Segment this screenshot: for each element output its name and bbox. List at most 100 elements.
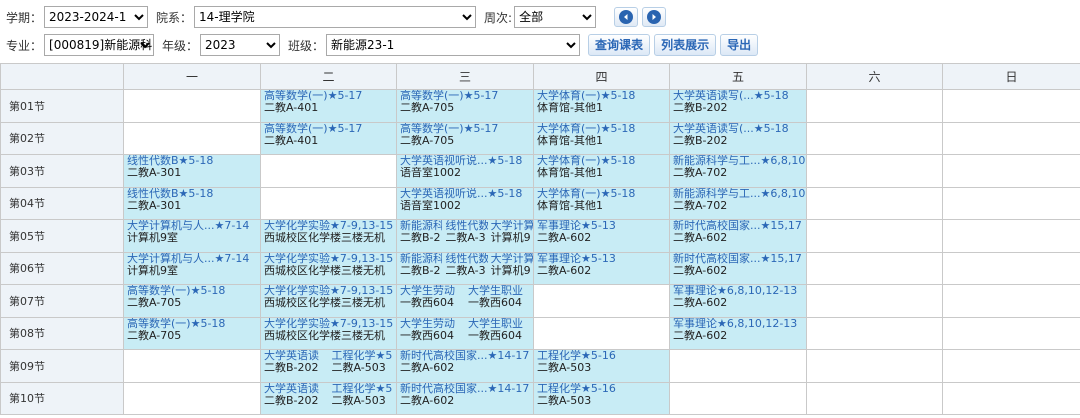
course-entry[interactable]: 工程化学★5 二教A-503 <box>329 383 396 414</box>
timetable-cell[interactable]: 工程化学★5-16 二教A-503 <box>533 349 670 383</box>
course-name-link[interactable]: 大学英语读 <box>264 383 329 395</box>
course-name-link[interactable]: 新能源科 <box>400 253 442 265</box>
course-name-link[interactable]: 大学化学实验★7-9,13-15 <box>264 285 396 297</box>
course-name-link[interactable]: 工程化学★5-16 <box>537 383 669 395</box>
export-button[interactable]: 导出 <box>720 34 759 56</box>
course-entry[interactable]: 大学体育(一)★5-18 体育馆-其他1 <box>535 155 669 186</box>
course-name-link[interactable]: 大学体育(一)★5-18 <box>537 188 669 200</box>
course-name-link[interactable]: 新能源科 <box>400 220 442 232</box>
course-entry[interactable]: 大学体育(一)★5-18 体育馆-其他1 <box>535 123 669 154</box>
course-name-link[interactable]: 工程化学★5 <box>332 383 396 395</box>
course-entry[interactable]: 大学英语读 二教B-202 <box>262 383 329 414</box>
course-entry[interactable]: 新能源科学与工...★6,8,10 二教A-702 <box>671 188 806 219</box>
grade-select[interactable]: 2023 <box>200 34 281 56</box>
timetable-cell[interactable]: 线性代数B★5-18 二教A-301 <box>123 154 261 188</box>
course-entry[interactable]: 大学化学实验★7-9,13-15 西城校区化学楼三楼无机 <box>262 285 396 316</box>
course-entry[interactable]: 新能源科学与工...★6,8,10 二教A-702 <box>671 155 806 186</box>
timetable-cell[interactable]: 新时代高校国家...★15,17 二教A-602 <box>669 251 807 285</box>
course-name-link[interactable]: 新时代高校国家...★15,17 <box>673 253 806 265</box>
course-entry[interactable]: 大学生职业 一教西604 <box>465 318 533 349</box>
timetable-cell[interactable]: 军事理论★5-13 二教A-602 <box>533 219 670 253</box>
course-entry[interactable]: 线性代数B★5-18 二教A-301 <box>125 155 260 186</box>
timetable-cell[interactable]: 大学化学实验★7-9,13-15 西城校区化学楼三楼无机 <box>260 219 397 253</box>
course-entry[interactable]: 工程化学★5 二教A-503 <box>329 350 396 381</box>
course-name-link[interactable]: 高等数学(一)★5-17 <box>400 123 533 135</box>
timetable-cell[interactable]: 高等数学(一)★5-17 二教A-705 <box>396 89 534 123</box>
course-name-link[interactable]: 大学体育(一)★5-18 <box>537 123 669 135</box>
course-name-link[interactable]: 线性代数 <box>445 220 487 232</box>
term-select[interactable]: 2023-2024-1 <box>44 6 149 28</box>
course-entry[interactable]: 军事理论★6,8,10,12-13 二教A-602 <box>671 285 806 316</box>
course-entry[interactable]: 大学英语读写(...★5-18 二教B-202 <box>671 90 806 121</box>
timetable-cell[interactable]: 高等数学(一)★5-18 二教A-705 <box>123 284 261 318</box>
timetable-cell[interactable]: 大学体育(一)★5-18 体育馆-其他1 <box>533 186 670 220</box>
course-name-link[interactable]: 大学计算机与人...★7-14 <box>127 253 260 265</box>
course-entry[interactable]: 高等数学(一)★5-17 二教A-401 <box>262 123 396 154</box>
timetable-cell[interactable]: 大学化学实验★7-9,13-15 西城校区化学楼三楼无机 <box>260 316 397 350</box>
timetable-cell[interactable]: 大学生劳动 一教西604 大学生职业 一教西604 <box>396 284 534 318</box>
timetable-cell[interactable]: 线性代数B★5-18 二教A-301 <box>123 186 261 220</box>
course-name-link[interactable]: 大学化学实验★7-9,13-15 <box>264 253 396 265</box>
course-name-link[interactable]: 线性代数B★5-18 <box>127 188 260 200</box>
course-name-link[interactable]: 军事理论★6,8,10,12-13 <box>673 285 806 297</box>
timetable-cell[interactable]: 高等数学(一)★5-17 二教A-705 <box>396 121 534 155</box>
course-name-link[interactable]: 工程化学★5 <box>332 350 396 362</box>
course-entry[interactable]: 大学化学实验★7-9,13-15 西城校区化学楼三楼无机 <box>262 220 396 251</box>
course-name-link[interactable]: 大学英语读 <box>264 350 329 362</box>
course-name-link[interactable]: 线性代数B★5-18 <box>127 155 260 167</box>
timetable-cell[interactable]: 新能源科学与工...★6,8,10 二教A-702 <box>669 186 807 220</box>
course-entry[interactable]: 新时代高校国家...★15,17 二教A-602 <box>671 220 806 251</box>
timetable-cell[interactable]: 工程化学★5-16 二教A-503 <box>533 381 670 415</box>
course-name-link[interactable]: 高等数学(一)★5-18 <box>127 318 260 330</box>
course-entry[interactable]: 工程化学★5-16 二教A-503 <box>535 350 669 381</box>
course-entry[interactable]: 大学计算机与人...★7-14 计算机9室 <box>125 253 260 284</box>
timetable-cell[interactable]: 军事理论★6,8,10,12-13 二教A-602 <box>669 284 807 318</box>
course-name-link[interactable]: 大学英语视听说...★5-18 <box>400 155 533 167</box>
course-name-link[interactable]: 新能源科学与工...★6,8,10 <box>673 155 806 167</box>
course-name-link[interactable]: 大学计算 <box>491 220 533 232</box>
course-name-link[interactable]: 大学生劳动 <box>400 285 465 297</box>
course-name-link[interactable]: 高等数学(一)★5-17 <box>264 123 396 135</box>
course-entry[interactable]: 大学生职业 一教西604 <box>465 285 533 316</box>
course-entry[interactable]: 军事理论★5-13 二教A-602 <box>535 220 669 251</box>
dept-select[interactable]: 14-理学院 <box>194 6 477 28</box>
course-entry[interactable]: 线性代数 二教A-3 <box>442 253 487 284</box>
timetable-cell[interactable]: 大学体育(一)★5-18 体育馆-其他1 <box>533 154 670 188</box>
course-entry[interactable]: 大学计算 计算机9 <box>488 220 533 251</box>
course-entry[interactable]: 高等数学(一)★5-18 二教A-705 <box>125 285 260 316</box>
course-name-link[interactable]: 新时代高校国家...★14-17 <box>400 350 533 362</box>
course-entry[interactable]: 工程化学★5-16 二教A-503 <box>535 383 669 414</box>
course-name-link[interactable]: 军事理论★5-13 <box>537 253 669 265</box>
prev-week-button[interactable] <box>614 7 639 27</box>
course-entry[interactable]: 大学英语视听说...★5-18 语音室1002 <box>398 188 533 219</box>
course-entry[interactable]: 新时代高校国家...★14-17 二教A-602 <box>398 383 533 414</box>
course-name-link[interactable]: 军事理论★6,8,10,12-13 <box>673 318 806 330</box>
course-entry[interactable]: 大学计算机与人...★7-14 计算机9室 <box>125 220 260 251</box>
course-entry[interactable]: 大学生劳动 一教西604 <box>398 285 466 316</box>
timetable-cell[interactable]: 大学计算机与人...★7-14 计算机9室 <box>123 251 261 285</box>
course-entry[interactable]: 大学化学实验★7-9,13-15 西城校区化学楼三楼无机 <box>262 318 396 349</box>
course-name-link[interactable]: 大学英语读写(...★5-18 <box>673 123 806 135</box>
course-name-link[interactable]: 高等数学(一)★5-17 <box>264 90 396 102</box>
course-name-link[interactable]: 大学化学实验★7-9,13-15 <box>264 220 396 232</box>
course-name-link[interactable]: 大学计算机与人...★7-14 <box>127 220 260 232</box>
course-name-link[interactable]: 大学英语视听说...★5-18 <box>400 188 533 200</box>
course-entry[interactable]: 军事理论★5-13 二教A-602 <box>535 253 669 284</box>
course-entry[interactable]: 大学英语视听说...★5-18 语音室1002 <box>398 155 533 186</box>
course-entry[interactable]: 新能源科 二教B-2 <box>398 253 442 284</box>
timetable-cell[interactable]: 新时代高校国家...★14-17 二教A-602 <box>396 381 534 415</box>
course-entry[interactable]: 军事理论★6,8,10,12-13 二教A-602 <box>671 318 806 349</box>
next-week-button[interactable] <box>642 7 667 27</box>
course-name-link[interactable]: 大学计算 <box>491 253 533 265</box>
class-select[interactable]: 新能源23-1 <box>326 34 581 56</box>
course-name-link[interactable]: 工程化学★5-16 <box>537 350 669 362</box>
course-name-link[interactable]: 新时代高校国家...★15,17 <box>673 220 806 232</box>
timetable-cell[interactable]: 大学英语视听说...★5-18 语音室1002 <box>396 154 534 188</box>
course-entry[interactable]: 新能源科 二教B-2 <box>398 220 442 251</box>
course-entry[interactable]: 大学生劳动 一教西604 <box>398 318 466 349</box>
course-name-link[interactable]: 线性代数 <box>445 253 487 265</box>
timetable-cell[interactable]: 军事理论★6,8,10,12-13 二教A-602 <box>669 316 807 350</box>
course-entry[interactable]: 大学英语读写(...★5-18 二教B-202 <box>671 123 806 154</box>
course-name-link[interactable]: 新能源科学与工...★6,8,10 <box>673 188 806 200</box>
course-entry[interactable]: 线性代数 二教A-3 <box>442 220 487 251</box>
